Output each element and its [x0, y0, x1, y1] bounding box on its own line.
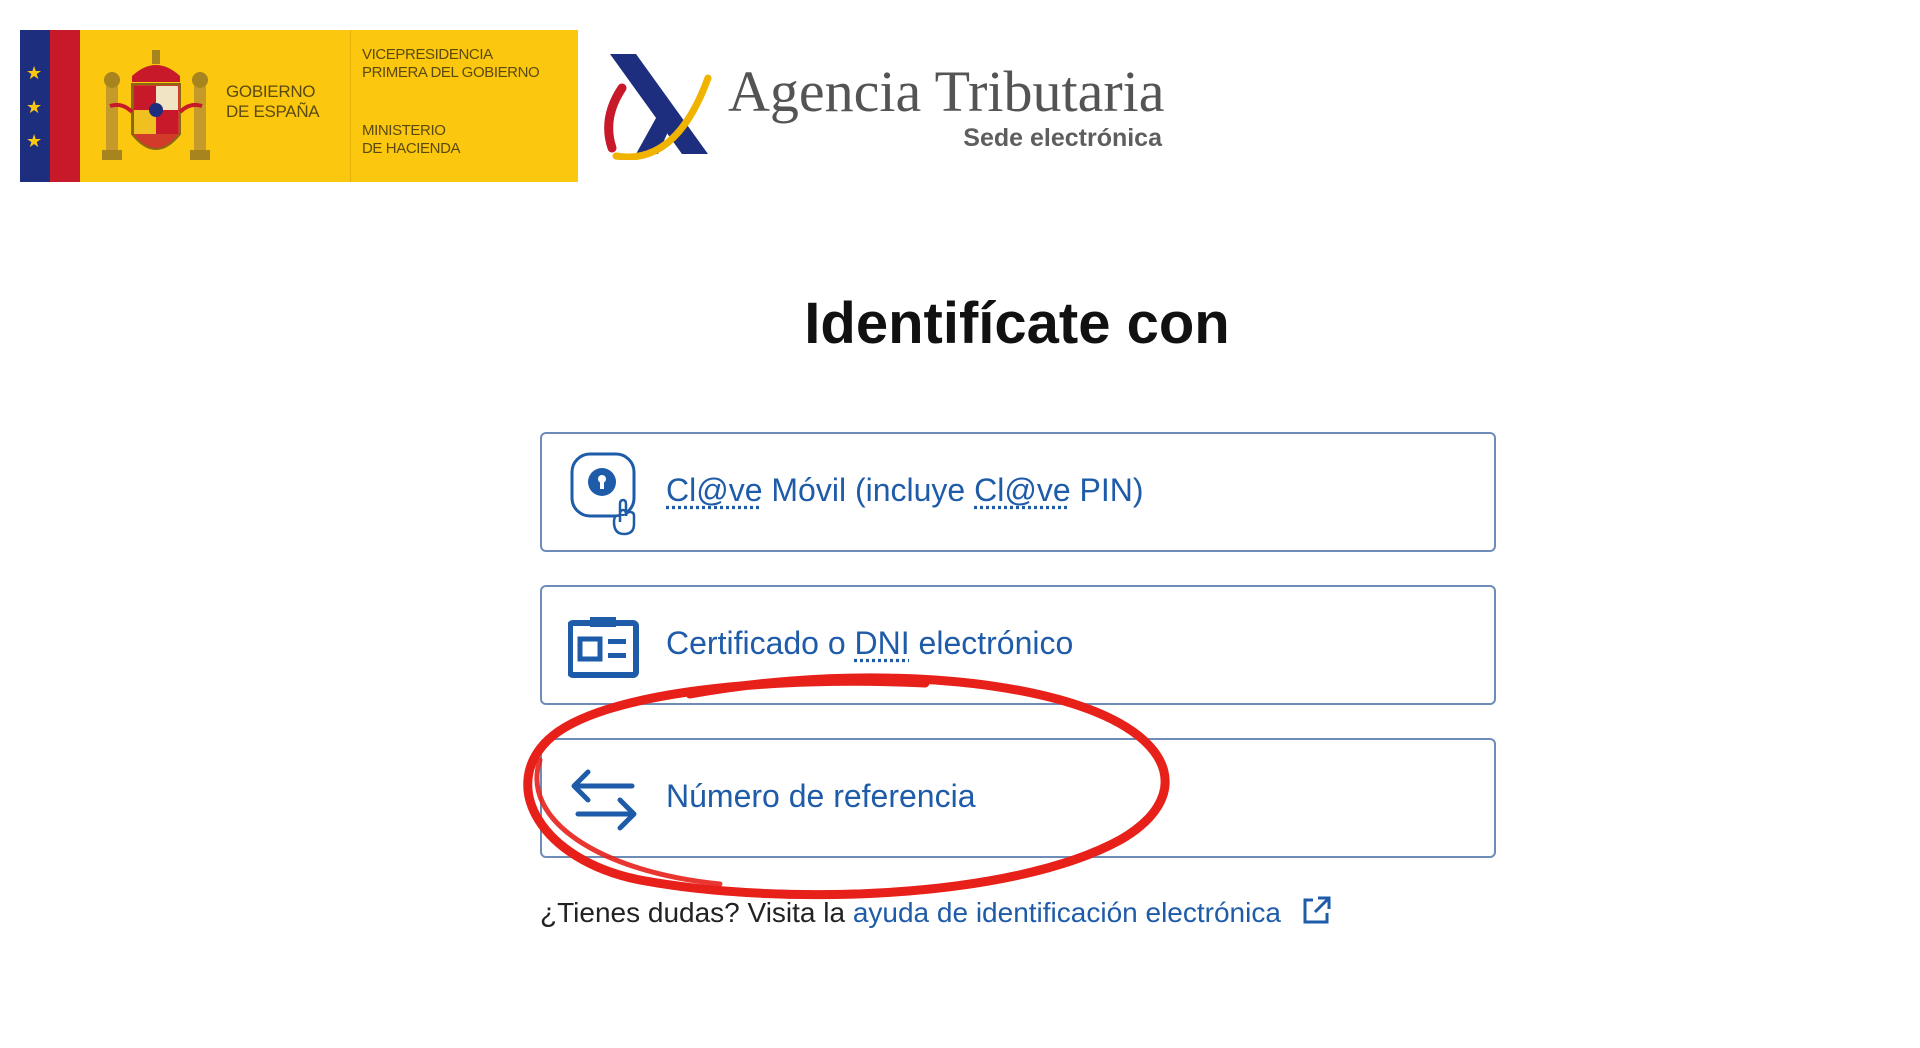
id-card-icon — [568, 617, 639, 678]
page-title: Identifícate con — [804, 291, 1230, 356]
certificado-dni-option[interactable]: Certificado o DNI electrónico — [540, 585, 1496, 705]
aeat-subtitle: Sede electrónica — [963, 124, 1162, 152]
external-link-icon[interactable] — [1301, 895, 1331, 925]
numero-referencia-option[interactable]: Número de referencia — [540, 738, 1496, 858]
coat-of-arms-icon — [102, 50, 210, 160]
clave-movil-label: Cl@ve Móvil (incluye Cl@ve PIN) — [666, 472, 1144, 508]
eu-flag-strip: ★ ★ ★ — [20, 30, 80, 182]
help-link[interactable]: ayuda de identificación electrónica — [853, 897, 1281, 928]
aeat-emblem-icon — [604, 54, 712, 160]
aeat-title: Agencia Tributaria — [728, 59, 1165, 124]
gov-ministry: MINISTERIO DE HACIENDA — [362, 122, 461, 157]
certificado-dni-label: Certificado o DNI electrónico — [666, 625, 1074, 661]
clave-movil-icon — [570, 452, 636, 536]
arrows-exchange-icon — [571, 769, 637, 831]
numero-referencia-label: Número de referencia — [666, 778, 976, 814]
clave-movil-option[interactable]: Cl@ve Móvil (incluye Cl@ve PIN) — [540, 432, 1496, 552]
help-text: ¿Tienes dudas? Visita la ayuda de identi… — [540, 895, 1331, 929]
page: ★ ★ ★ GOBIERNO DE ESPAÑA VICEPRESIDENCIA… — [0, 0, 1920, 1048]
gov-name: GOBIERNO DE ESPAÑA — [226, 82, 320, 121]
gov-divider — [350, 30, 351, 182]
gobierno-espana-logo: ★ ★ ★ GOBIERNO DE ESPAÑA VICEPRESIDENCIA… — [20, 30, 578, 182]
gov-vicepresidency: VICEPRESIDENCIA PRIMERA DEL GOBIERNO — [362, 46, 540, 81]
identification-options: Cl@ve Móvil (incluye Cl@ve PIN) Certific… — [540, 432, 1496, 891]
help-prefix: ¿Tienes dudas? Visita la — [540, 897, 853, 928]
agencia-tributaria-logo: Agencia Tributaria Sede electrónica — [596, 48, 1176, 168]
